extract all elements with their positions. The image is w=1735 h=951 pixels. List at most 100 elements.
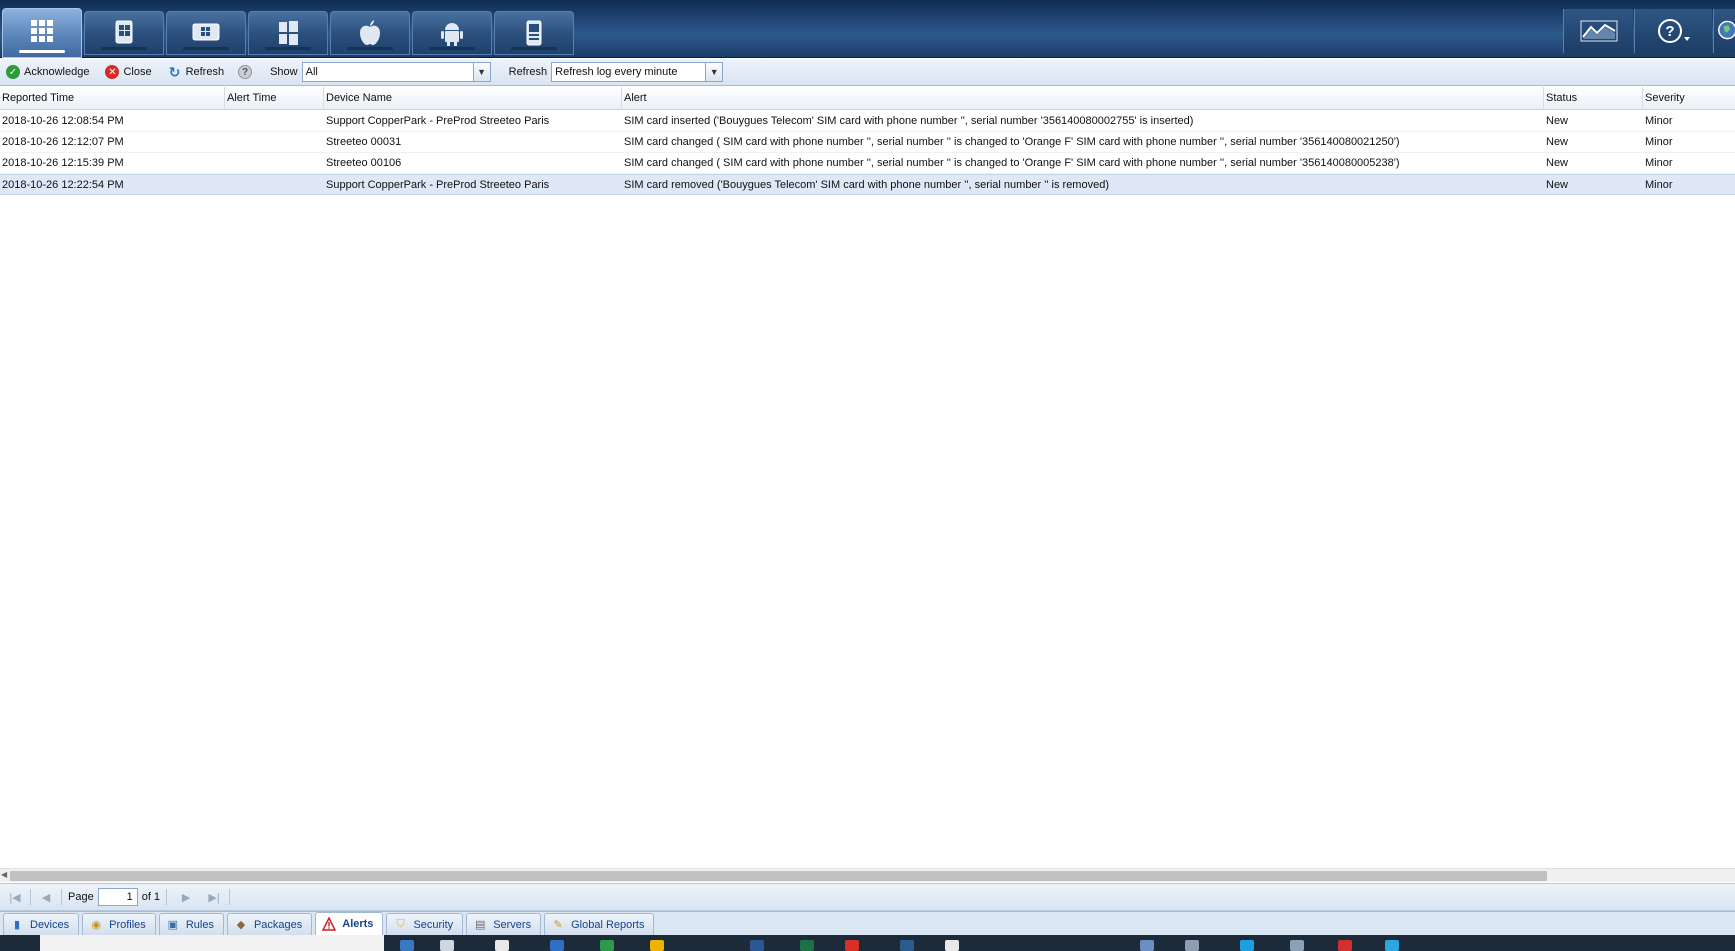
chevron-down-icon[interactable]: ▼ xyxy=(705,63,723,81)
nav-tab-printer-device[interactable] xyxy=(494,11,574,55)
nav-tab-windows-ce[interactable] xyxy=(166,11,246,55)
tab-profiles[interactable]: ◉ Profiles xyxy=(82,913,156,935)
refresh-button[interactable]: ↻ Refresh xyxy=(164,61,229,83)
chevron-down-icon[interactable]: ▼ xyxy=(472,63,490,81)
tab-rules[interactable]: ▣ Rules xyxy=(158,913,224,935)
apple-icon xyxy=(360,20,380,45)
taskbar-app-icon[interactable] xyxy=(1240,940,1254,951)
show-select[interactable]: All ▼ xyxy=(301,62,491,82)
tab-alerts[interactable]: Alerts xyxy=(315,912,384,935)
nav-tab-indicator xyxy=(511,47,557,50)
globe-icon xyxy=(1718,20,1735,40)
cell-severity: Minor xyxy=(1645,157,1673,169)
pagination-bar: |◀ ◀ Page 1 of 1 ▶ ▶| xyxy=(0,883,1735,911)
table-row[interactable]: 2018-10-26 12:12:07 PM Streeteo 00031 SI… xyxy=(0,132,1735,153)
profiles-icon: ◉ xyxy=(91,919,101,931)
first-page-icon[interactable]: |◀ xyxy=(6,888,24,906)
table-row-selected[interactable]: 2018-10-26 12:22:54 PM Support CopperPar… xyxy=(0,174,1735,195)
tab-servers[interactable]: ▤ Servers xyxy=(466,913,542,935)
page-number-input[interactable]: 1 xyxy=(97,888,138,906)
tab-global-reports[interactable]: ✎ Global Reports xyxy=(544,913,655,935)
column-header-severity[interactable]: Severity xyxy=(1643,87,1735,110)
table-row[interactable]: 2018-10-26 12:15:39 PM Streeteo 00106 SI… xyxy=(0,153,1735,174)
taskbar-app-icon[interactable] xyxy=(750,940,764,951)
tab-label: Servers xyxy=(493,918,532,931)
acknowledge-button[interactable]: ✓ Acknowledge xyxy=(2,61,93,83)
nav-tab-windows-mobile[interactable] xyxy=(84,11,164,55)
column-header-device-name[interactable]: Device Name xyxy=(324,87,622,110)
windows-mobile-icon xyxy=(115,20,133,44)
os-taskbar xyxy=(0,935,1735,951)
scroll-left-icon[interactable]: ◀ xyxy=(1,870,7,879)
toolbar-help-button[interactable]: ? xyxy=(234,61,260,83)
module-tabs: ▮ Devices ◉ Profiles ▣ Rules ◆ Packages … xyxy=(0,911,1735,935)
last-page-icon[interactable]: ▶| xyxy=(205,888,223,906)
cell-alert: SIM card removed ('Bouygues Telecom' SIM… xyxy=(624,179,1109,191)
taskbar-search-box[interactable] xyxy=(40,935,384,951)
tab-label: Alerts xyxy=(342,918,374,930)
security-shield-icon: ⛉ xyxy=(396,918,405,930)
tab-packages[interactable]: ◆ Packages xyxy=(226,913,313,935)
packages-icon: ◆ xyxy=(236,919,246,931)
nav-tab-android[interactable] xyxy=(412,11,492,55)
nav-tab-indicator xyxy=(347,47,393,50)
nav-tab-apple[interactable] xyxy=(330,11,410,55)
taskbar-app-icon[interactable] xyxy=(550,940,564,951)
refresh-icon: ↻ xyxy=(168,63,181,80)
column-header-alert[interactable]: Alert xyxy=(622,87,1544,110)
taskbar-app-icon[interactable] xyxy=(600,940,614,951)
table-row[interactable]: 2018-10-26 12:08:54 PM Support CopperPar… xyxy=(0,111,1735,132)
close-label: Close xyxy=(123,66,152,78)
tab-label: Security xyxy=(413,918,454,931)
global-reports-icon: ✎ xyxy=(553,919,563,931)
taskbar-app-icon[interactable] xyxy=(945,940,959,951)
taskbar-app-icon[interactable] xyxy=(1385,940,1399,951)
tab-label: Rules xyxy=(185,918,214,931)
close-button[interactable]: ✕ Close xyxy=(101,61,155,83)
pager-separator xyxy=(61,889,62,905)
taskbar-app-icon[interactable] xyxy=(900,940,914,951)
monitoring-chart-icon xyxy=(1580,20,1617,42)
alerts-grid-header: Reported Time Alert Time Device Name Ale… xyxy=(0,87,1735,110)
globe-button[interactable] xyxy=(1713,9,1735,53)
scrollbar-thumb[interactable] xyxy=(10,871,1547,881)
taskbar-app-icon[interactable] xyxy=(1185,940,1199,951)
taskbar-app-icon[interactable] xyxy=(845,940,859,951)
printer-device-icon xyxy=(526,20,542,46)
refresh-select-label: Refresh xyxy=(508,66,548,78)
acknowledge-label: Acknowledge xyxy=(24,66,90,78)
cell-device-name: Streeteo 00031 xyxy=(326,136,402,148)
taskbar-app-icon[interactable] xyxy=(1290,940,1304,951)
cell-reported-time: 2018-10-26 12:12:07 PM xyxy=(2,136,124,148)
column-header-alert-time[interactable]: Alert Time xyxy=(225,87,324,110)
taskbar-app-icon[interactable] xyxy=(400,940,414,951)
taskbar-app-icon[interactable] xyxy=(1140,940,1154,951)
taskbar-app-icon[interactable] xyxy=(1338,940,1352,951)
column-header-reported-time[interactable]: Reported Time xyxy=(0,87,225,110)
top-nav-bar: ? xyxy=(0,0,1735,58)
taskbar-app-icon[interactable] xyxy=(800,940,814,951)
next-page-icon[interactable]: ▶ xyxy=(177,888,195,906)
devices-icon: ▮ xyxy=(13,919,21,931)
windows-icon xyxy=(279,21,298,45)
taskbar-app-icon[interactable] xyxy=(495,940,509,951)
tab-security[interactable]: ⛉ Security xyxy=(386,913,464,935)
cell-severity: Minor xyxy=(1645,136,1673,148)
column-header-status[interactable]: Status xyxy=(1544,87,1643,110)
horizontal-scrollbar[interactable]: ◀ xyxy=(0,868,1735,882)
pager-separator xyxy=(30,889,31,905)
tab-devices[interactable]: ▮ Devices xyxy=(3,913,80,935)
alerts-toolbar: ✓ Acknowledge ✕ Close ↻ Refresh ? Show A… xyxy=(0,59,1735,86)
nav-tab-windows[interactable] xyxy=(248,11,328,55)
show-label: Show xyxy=(270,66,298,78)
refresh-interval-select[interactable]: Refresh log every minute ▼ xyxy=(551,62,724,82)
cell-alert: SIM card inserted ('Bouygues Telecom' SI… xyxy=(624,115,1194,127)
taskbar-app-icon[interactable] xyxy=(440,940,454,951)
help-icon: ? xyxy=(1657,19,1690,43)
nav-tab-all-devices[interactable] xyxy=(2,8,82,58)
monitoring-button[interactable] xyxy=(1563,9,1633,53)
cell-alert-time xyxy=(225,153,324,173)
taskbar-app-icon[interactable] xyxy=(650,940,664,951)
prev-page-icon[interactable]: ◀ xyxy=(37,888,55,906)
help-button[interactable]: ? xyxy=(1634,9,1712,53)
